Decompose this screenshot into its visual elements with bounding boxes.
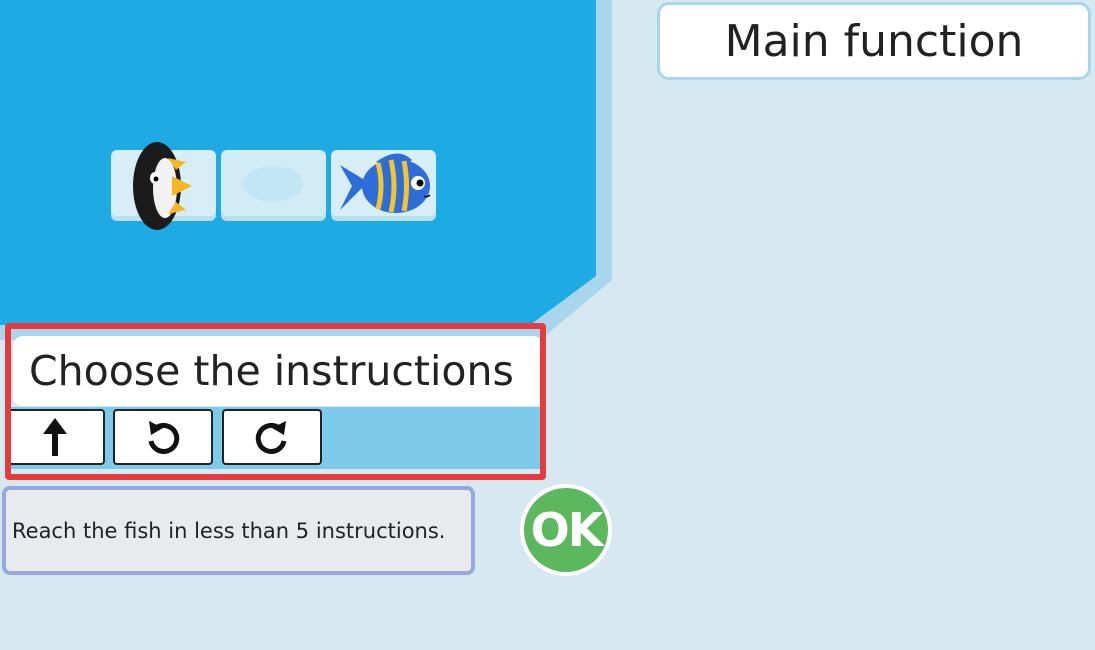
game-board [0,0,620,360]
arrow-up-icon [43,418,67,456]
main-function-label: Main function [724,15,1024,67]
instructions-panel: Choose the instructions [5,325,546,480]
ice-tile-2 [221,150,326,221]
turn-right-button[interactable] [222,409,322,465]
ok-label: OK [524,488,608,572]
rotate-right-icon [255,421,287,454]
turn-left-button[interactable] [113,409,213,465]
rotate-left-icon [148,421,180,454]
hint-text: Reach the fish in less than 5 instructio… [12,518,446,543]
hint-box: Reach the fish in less than 5 instructio… [2,486,475,575]
instructions-title: Choose the instructions [13,336,543,406]
main-function-title: Main function [657,2,1091,80]
ok-button[interactable]: OK [520,484,612,576]
move-forward-button[interactable] [5,409,105,465]
